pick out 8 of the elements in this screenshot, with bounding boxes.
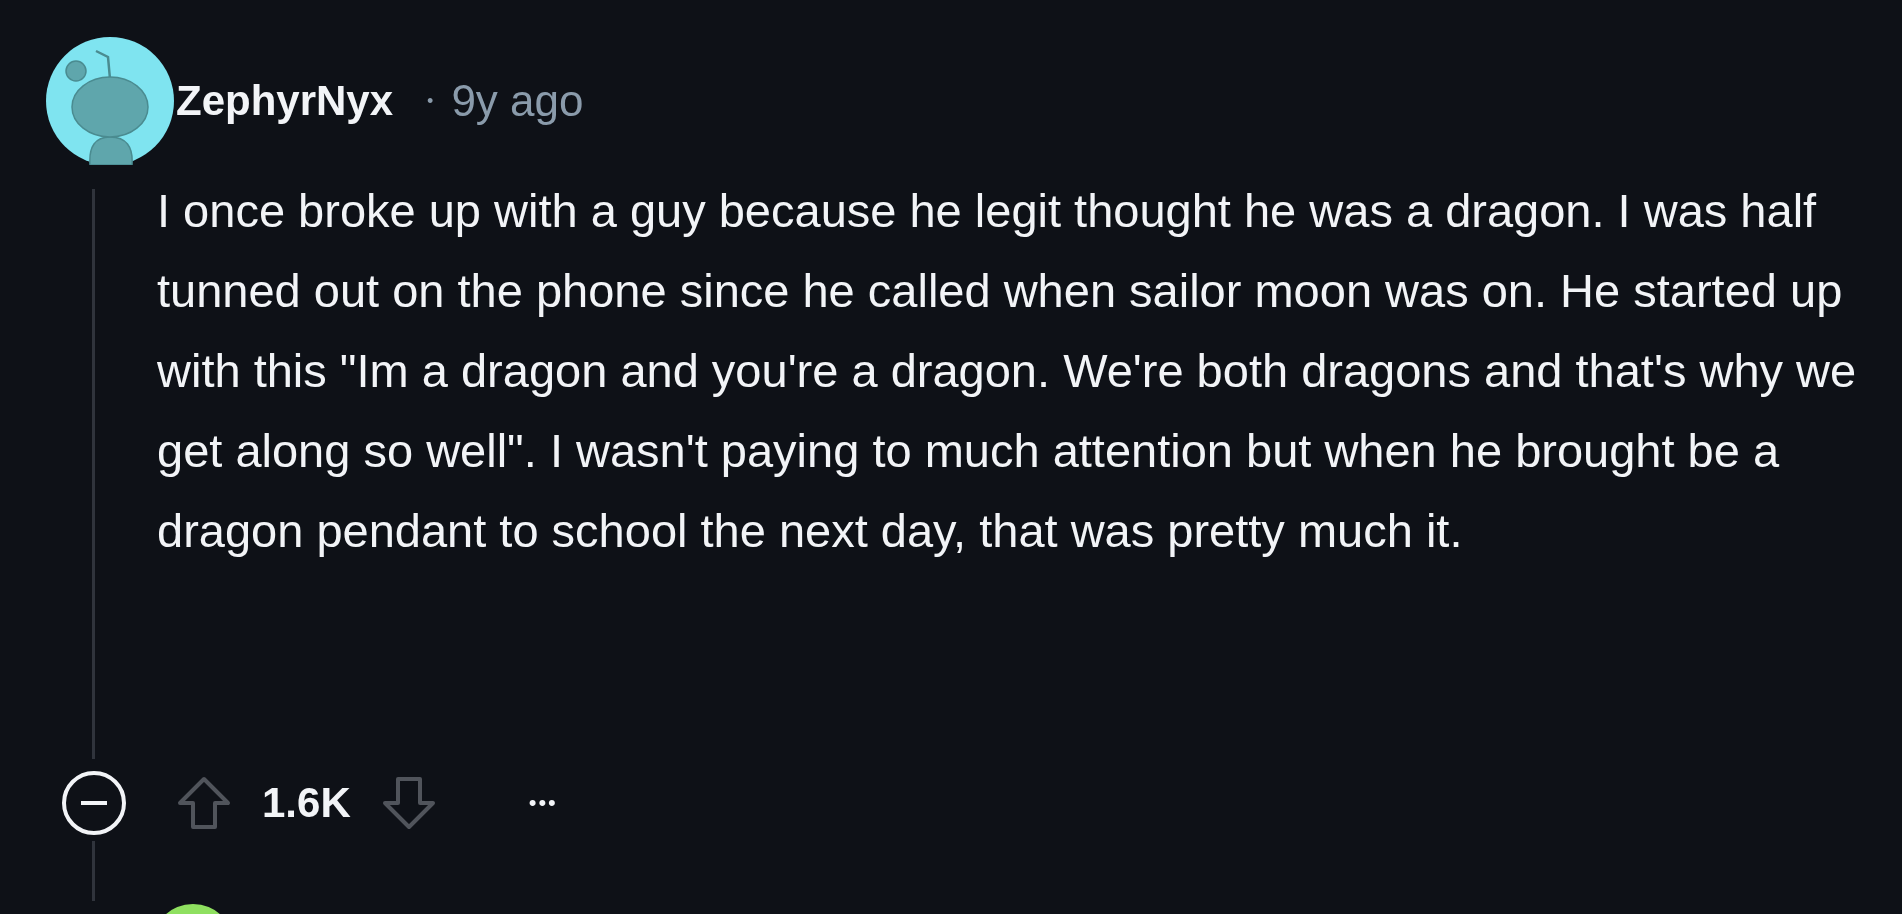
- vote-count: 1.6K: [262, 779, 351, 827]
- avatar-icon: [46, 37, 174, 165]
- separator-dot: •: [427, 90, 434, 112]
- more-options-button[interactable]: •••: [528, 790, 558, 816]
- collapse-button[interactable]: [62, 771, 126, 835]
- timestamp: 9y ago: [451, 76, 584, 126]
- username[interactable]: ZephyrNyx: [176, 77, 394, 125]
- comment-text: I once broke up with a guy because he legit thought he was a dragon. I was half tunned out on the phone since he called when sailor moon was on. He started up with this "Im a dragon and you're a dragon. We're both dragons and that's why we get along so well". I wasn't paying to much attention but when he brought be a dragon pendant to school the next day, that was pretty much it.: [157, 183, 1857, 559]
